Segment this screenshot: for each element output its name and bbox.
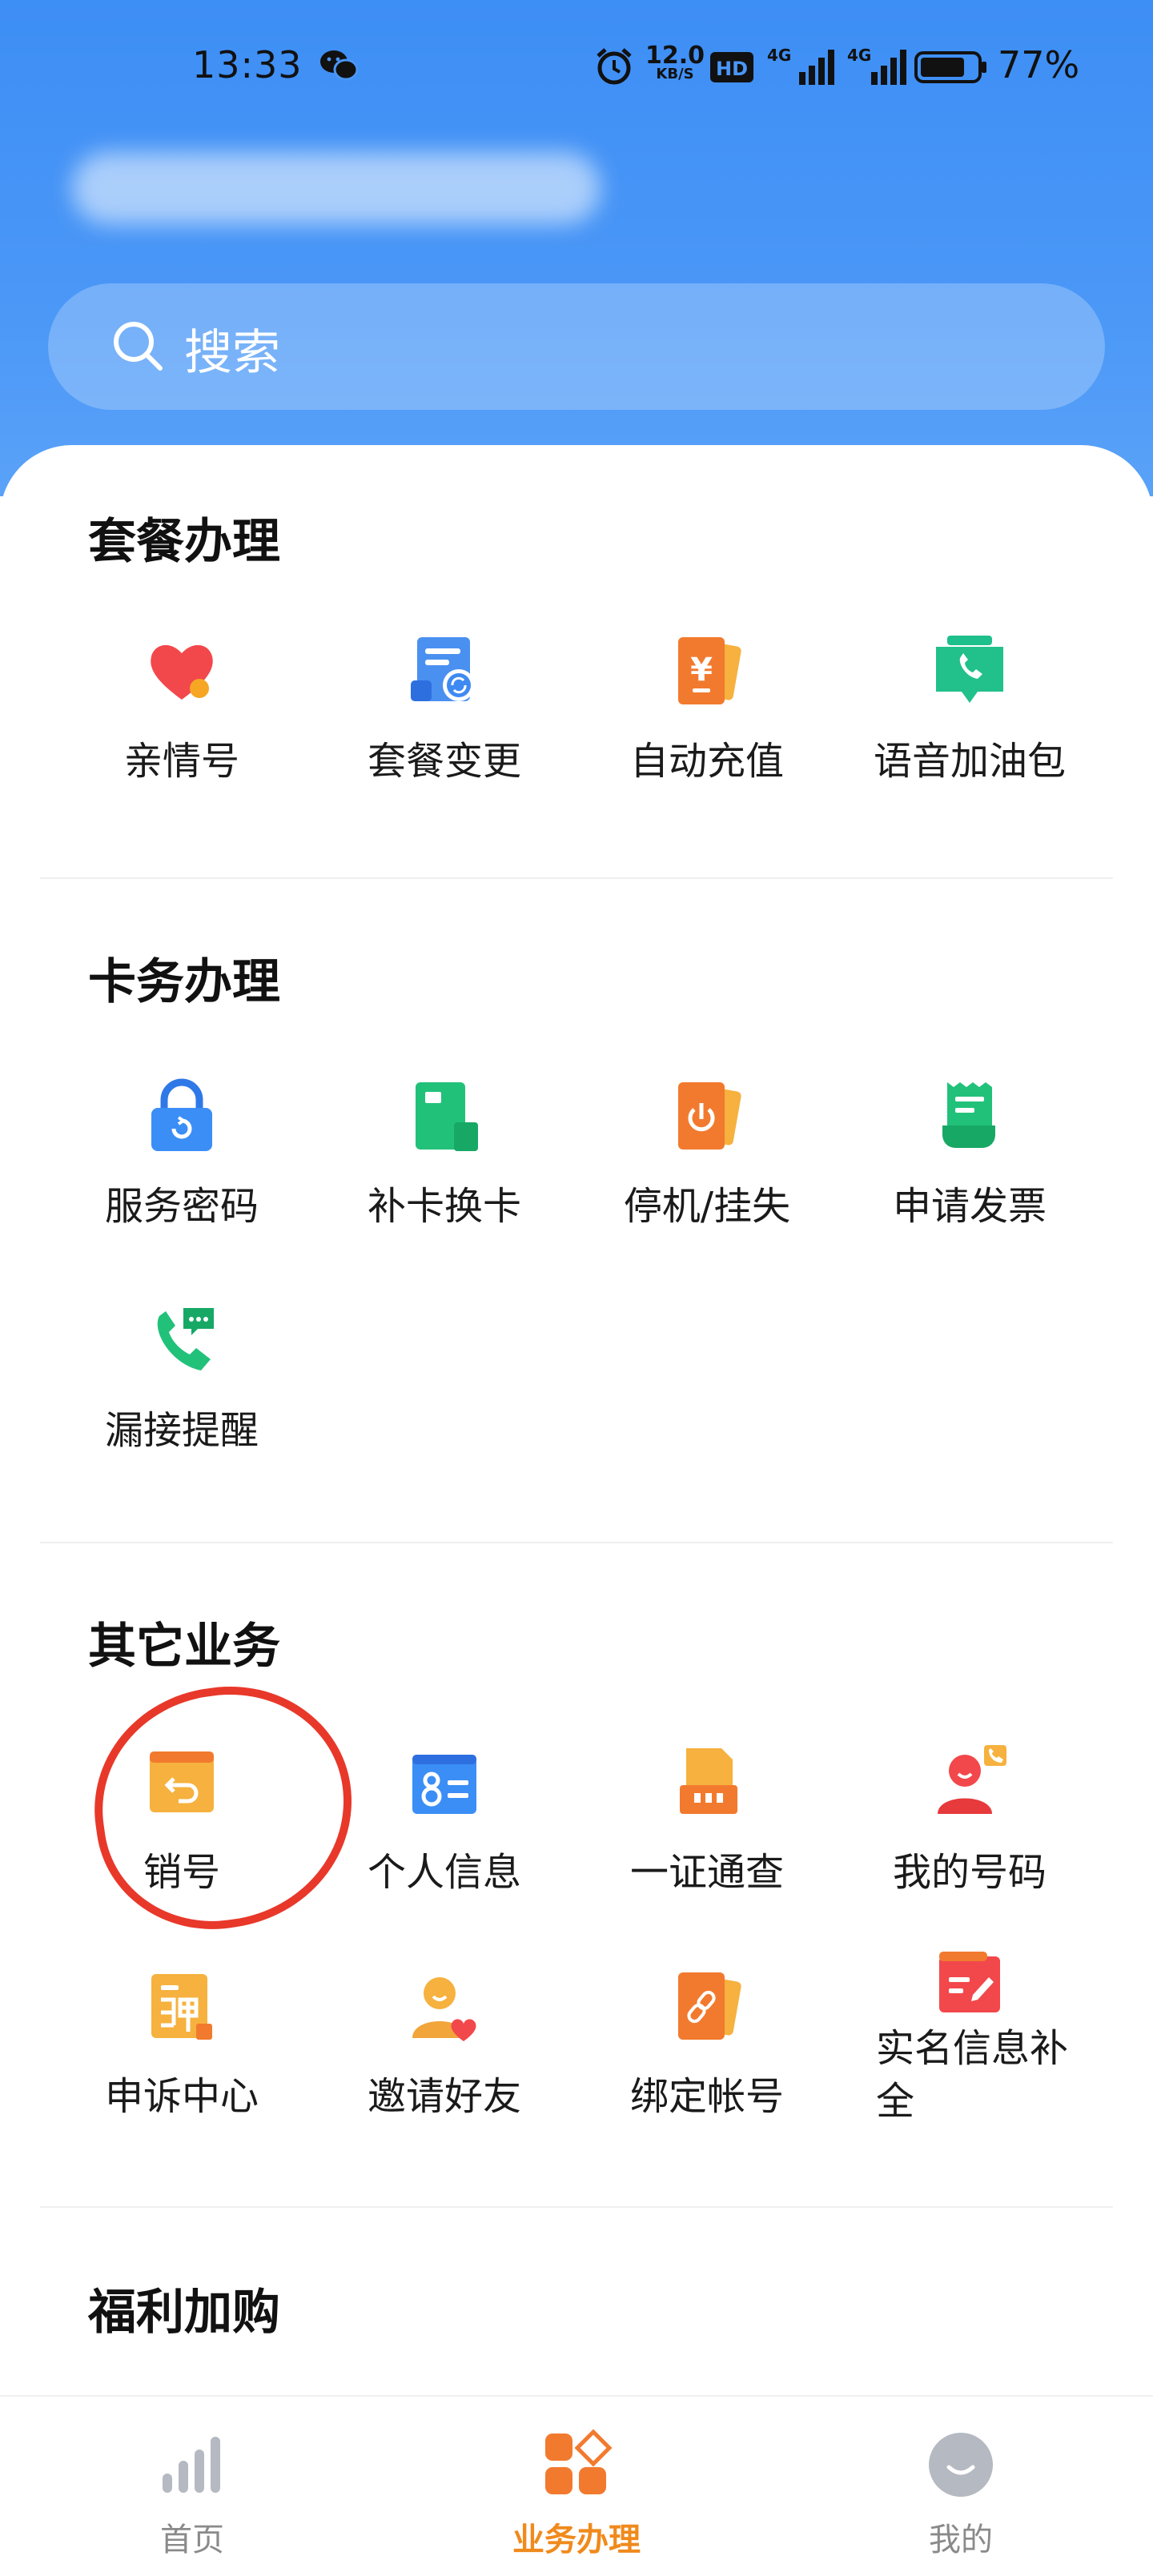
tile-label: 服务密码 — [104, 1184, 259, 1229]
phone-chat-icon — [936, 636, 1003, 703]
section-title-other: 其它业务 — [88, 1619, 280, 1675]
tile-service-password[interactable]: 服务密码 — [50, 1077, 314, 1254]
tile-invite-friends[interactable]: 邀请好友 — [312, 1968, 576, 2144]
hd-icon: HD — [710, 52, 753, 82]
tile-label: 邀请好友 — [367, 2074, 521, 2119]
alarm-icon — [597, 48, 632, 85]
tile-label: 申请发票 — [892, 1184, 1047, 1229]
divider — [40, 1542, 1113, 1543]
missed-call-icon — [157, 1308, 214, 1370]
power-icon — [678, 1082, 741, 1150]
tile-plan-change[interactable]: 套餐变更 — [312, 632, 576, 809]
tile-replace-sim[interactable]: 补卡换卡 — [312, 1077, 576, 1254]
tile-suspend[interactable]: 停机/挂失 — [575, 1077, 839, 1254]
tile-personal-info[interactable]: 个人信息 — [312, 1743, 576, 1920]
speed-value: 12.0 — [645, 42, 705, 70]
tile-invoice[interactable]: 申请发票 — [838, 1077, 1102, 1254]
profile-face-icon — [929, 2433, 993, 2497]
tile-family-number[interactable]: 亲情号 — [50, 632, 314, 809]
section-title-plan: 套餐办理 — [88, 514, 280, 570]
tile-label: 个人信息 — [367, 1850, 521, 1895]
tile-realname-complete[interactable]: 实名信息补全 — [838, 1945, 1102, 2124]
user-phone-icon — [938, 1745, 1006, 1814]
tile-voice-addon[interactable]: 语音加油包 — [838, 632, 1102, 809]
svg-text:¥: ¥ — [690, 652, 713, 688]
divider — [40, 877, 1113, 879]
link-icon — [678, 1972, 741, 2040]
tile-label: 申诉中心 — [104, 2074, 259, 2119]
status-bar: 13:33 12.0 KB/S HD 4G 4G 77% — [0, 32, 1153, 104]
tile-complaint[interactable]: 申诉中心 — [50, 1968, 314, 2144]
svg-text:4G: 4G — [767, 46, 791, 65]
invoice-icon — [942, 1082, 995, 1148]
tile-label: 补卡换卡 — [367, 1184, 521, 1229]
nav-home[interactable]: 首页 — [72, 2429, 312, 2565]
nav-mine[interactable]: 我的 — [841, 2429, 1081, 2565]
search-bar[interactable]: 搜索 — [48, 283, 1105, 410]
svg-text:4G: 4G — [847, 46, 871, 65]
complaint-icon — [151, 1974, 212, 2040]
signal-2-icon: 4G — [847, 46, 906, 85]
sim-check-icon — [680, 1748, 737, 1814]
nav-label: 业务办理 — [512, 2522, 641, 2558]
tile-bind-account[interactable]: 绑定帐号 — [575, 1968, 839, 2144]
battery-icon — [914, 51, 986, 83]
nav-label: 我的 — [929, 2522, 993, 2558]
section-title-card: 卡务办理 — [88, 954, 280, 1010]
grid-apps-icon — [545, 2429, 613, 2494]
sim-card-icon — [416, 1082, 478, 1151]
plan-change-icon — [411, 637, 475, 701]
tile-label: 我的号码 — [892, 1850, 1047, 1895]
tile-missed-call[interactable]: 漏接提醒 — [50, 1302, 314, 1478]
nav-label: 首页 — [160, 2522, 224, 2558]
bottom-navigation: 首页 业务办理 我的 — [0, 2395, 1153, 2576]
nav-business[interactable]: 业务办理 — [456, 2429, 697, 2565]
network-speed: 12.0 KB/S — [645, 42, 705, 82]
tile-label: 套餐变更 — [367, 739, 521, 784]
realname-edit-icon — [939, 1952, 1000, 2012]
tile-label: 亲情号 — [123, 739, 239, 784]
tile-label: 停机/挂失 — [623, 1184, 791, 1229]
heart-icon — [151, 644, 213, 700]
tile-auto-recharge[interactable]: ¥ 自动充值 — [575, 632, 839, 809]
section-title-welfare: 福利加购 — [88, 2285, 280, 2341]
tile-id-check[interactable]: 一证通查 — [575, 1743, 839, 1920]
tile-my-numbers[interactable]: 我的号码 — [838, 1743, 1102, 1920]
id-card-icon — [412, 1755, 476, 1814]
bar-chart-icon — [163, 2437, 220, 2493]
battery-percent: 77% — [998, 43, 1080, 86]
status-time: 13:33 — [192, 43, 303, 86]
search-placeholder: 搜索 — [184, 325, 280, 381]
tile-label: 自动充值 — [629, 739, 784, 784]
invite-friend-icon — [412, 1977, 476, 2041]
tile-label: 绑定帐号 — [629, 2074, 784, 2119]
tile-label: 实名信息补全 — [876, 2026, 1069, 2124]
signal-1-icon: 4G — [767, 46, 834, 85]
search-icon — [114, 322, 163, 371]
tile-label: 漏接提醒 — [104, 1408, 259, 1453]
divider — [40, 2206, 1113, 2208]
lock-icon — [151, 1078, 212, 1151]
wechat-icon — [320, 50, 359, 81]
auto-recharge-icon: ¥ — [678, 637, 741, 704]
phone-number-blurred — [72, 152, 601, 224]
tile-label: 语音加油包 — [873, 739, 1066, 784]
tile-label: 一证通查 — [629, 1850, 784, 1895]
svg-text:HD: HD — [716, 58, 748, 80]
